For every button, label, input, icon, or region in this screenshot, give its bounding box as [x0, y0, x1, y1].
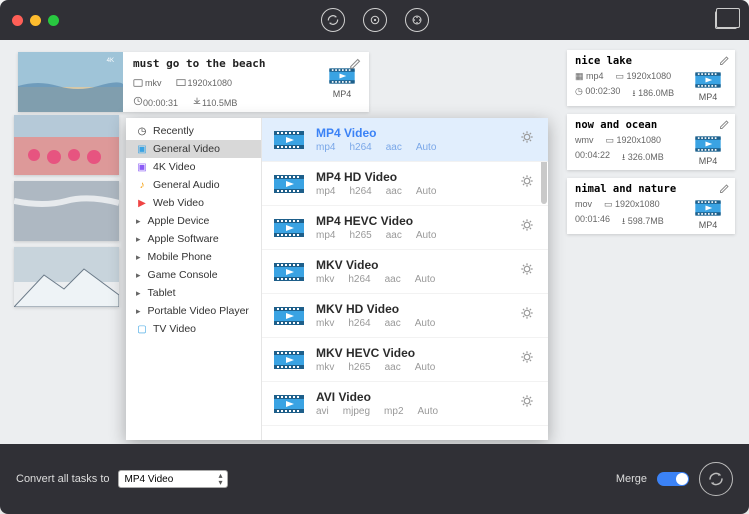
format-item[interactable]: AVI Videoavimjpegmp2Auto [262, 382, 548, 426]
task-title: must go to the beach [133, 57, 307, 70]
format-item[interactable]: MP4 HEVC Videomp4h265aacAuto [262, 206, 548, 250]
merge-label: Merge [616, 473, 647, 485]
youtube-icon: ▶ [136, 197, 148, 209]
category-portable-player[interactable]: Portable Video Player [126, 302, 261, 320]
format-item[interactable]: MKV HEVC Videomkvh265aacAuto [262, 338, 548, 382]
category-tv-video[interactable]: ▢TV Video [126, 320, 261, 338]
audio-icon: ♪ [136, 179, 148, 191]
output-label: MP4 [333, 89, 352, 99]
svg-text:4K: 4K [107, 58, 114, 64]
format-item[interactable]: MP4 Videomp4h264aacAuto [262, 118, 548, 162]
4k-icon: ▣ [136, 161, 148, 173]
app-window: 4K must go to the beach mkv 1920x1080 00… [0, 0, 749, 514]
format-item[interactable]: MP4 HD Videomp4h264aacAuto [262, 162, 548, 206]
edit-icon[interactable] [719, 117, 731, 135]
chevron-right-icon [136, 251, 143, 263]
category-web-video[interactable]: ▶Web Video [126, 194, 261, 212]
format-icon [272, 215, 306, 241]
footer-bar: Convert all tasks to MP4 Video ▴▾ Merge [0, 444, 749, 514]
thumbnail [14, 115, 119, 175]
tv-icon: ▢ [136, 323, 148, 335]
gear-icon[interactable] [516, 126, 538, 153]
film-reel-icon[interactable] [405, 8, 429, 32]
category-general-video[interactable]: ▣General Video [126, 140, 261, 158]
title-bar [0, 0, 749, 40]
format-item[interactable]: MKV HD Videomkvh264aacAuto [262, 294, 548, 338]
category-sidebar: ◷Recently ▣General Video ▣4K Video ♪Gene… [126, 118, 262, 440]
output-format-icon[interactable] [693, 69, 723, 91]
format-icon [272, 259, 306, 285]
format-icon [272, 127, 306, 153]
convert-all-label: Convert all tasks to [16, 473, 110, 485]
refresh-icon[interactable] [321, 8, 345, 32]
convert-all-dropdown[interactable]: MP4 Video ▴▾ [118, 470, 228, 488]
film-icon: ▣ [136, 143, 148, 155]
chevron-right-icon [136, 215, 143, 227]
format-list[interactable]: MP4 Videomp4h264aacAuto MP4 HD Videomp4h… [262, 118, 548, 440]
thumbnail [14, 247, 119, 307]
task-card[interactable]: now﻿ and ocean wmv▭ 1920x1080 00:04:22⭳ … [567, 114, 735, 170]
merge-toggle[interactable] [657, 472, 689, 486]
task-title: now﻿ and ocean [575, 119, 687, 131]
window-controls [12, 15, 59, 26]
format-item[interactable]: MKV Videomkvh264aacAuto [262, 250, 548, 294]
gear-icon[interactable] [516, 390, 538, 417]
output-format-icon[interactable] [693, 133, 723, 155]
clock-icon: ◷ [136, 125, 148, 137]
category-apple-software[interactable]: Apple Software [126, 230, 261, 248]
thumbnail-strip [14, 115, 119, 313]
edit-icon[interactable] [719, 53, 731, 71]
thumbnail: 4K [18, 52, 123, 112]
convert-button[interactable] [699, 462, 733, 496]
task-card[interactable]: nimal and nature mov▭ 1920x1080 00:01:46… [567, 178, 735, 234]
format-icon [272, 303, 306, 329]
category-tablet[interactable]: Tablet [126, 284, 261, 302]
screens-icon[interactable] [715, 11, 737, 29]
format-icon [272, 171, 306, 197]
format-icon [272, 347, 306, 373]
task-card[interactable]: nice lake ▦ mp4▭ 1920x1080 ◷ 00:02:30⭳ 1… [567, 50, 735, 106]
task-title: nice lake [575, 55, 687, 67]
chevron-right-icon [136, 287, 143, 299]
chevron-right-icon [136, 305, 143, 317]
category-apple-device[interactable]: Apple Device [126, 212, 261, 230]
format-icon [272, 391, 306, 417]
gear-icon[interactable] [516, 346, 538, 373]
close-button[interactable] [12, 15, 23, 26]
task-card[interactable]: 4K must go to the beach mkv 1920x1080 00… [18, 52, 369, 112]
task-title: nimal and nature [575, 183, 687, 195]
thumbnail [14, 181, 119, 241]
category-4k-video[interactable]: ▣4K Video [126, 158, 261, 176]
category-game-console[interactable]: Game Console [126, 266, 261, 284]
gear-icon[interactable] [516, 258, 538, 285]
gear-icon[interactable] [516, 214, 538, 241]
category-mobile-phone[interactable]: Mobile Phone [126, 248, 261, 266]
edit-icon[interactable] [349, 56, 363, 75]
chevron-updown-icon: ▴▾ [219, 472, 223, 486]
chevron-right-icon [136, 269, 143, 281]
format-picker-popup: ◷Recently ▣General Video ▣4K Video ♪Gene… [126, 118, 548, 440]
zoom-button[interactable] [48, 15, 59, 26]
content-area: 4K must go to the beach mkv 1920x1080 00… [0, 40, 749, 444]
disc-icon[interactable] [363, 8, 387, 32]
output-format-icon[interactable] [693, 197, 723, 219]
category-recently[interactable]: ◷Recently [126, 122, 261, 140]
gear-icon[interactable] [516, 302, 538, 329]
gear-icon[interactable] [516, 170, 538, 197]
chevron-right-icon [136, 233, 143, 245]
minimize-button[interactable] [30, 15, 41, 26]
category-general-audio[interactable]: ♪General Audio [126, 176, 261, 194]
edit-icon[interactable] [719, 181, 731, 199]
